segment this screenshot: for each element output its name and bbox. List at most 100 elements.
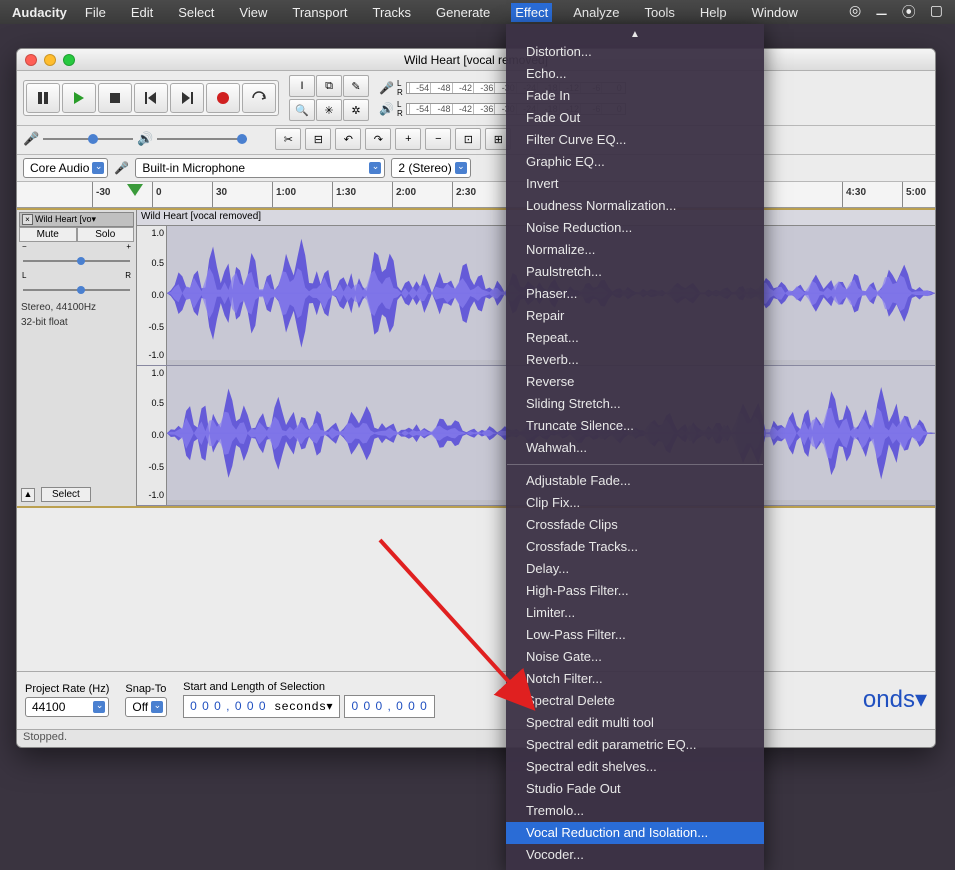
pause-button[interactable] [26,83,60,113]
audio-host-select[interactable]: Core Audio⌄ [23,158,108,178]
effect-menu-item[interactable]: Crossfade Clips [506,514,764,536]
selection-tool-button[interactable]: I [289,75,315,97]
effect-menu-item[interactable]: High-Pass Filter... [506,580,764,602]
effect-menu-item[interactable]: Noise Gate... [506,646,764,668]
menu-tracks[interactable]: Tracks [369,3,416,22]
undo-button[interactable]: ↶ [335,128,361,150]
effect-menu-item[interactable]: Filter Curve EQ... [506,129,764,151]
effect-menu-item[interactable]: Spectral edit shelves... [506,756,764,778]
silence-button[interactable]: ⊟ [305,128,331,150]
zoom-tool-button[interactable]: 🔍 [289,99,315,121]
effect-menu-item[interactable]: Vocoder... [506,844,764,866]
skip-end-button[interactable] [170,83,204,113]
effect-menu-item[interactable]: Clip Fix... [506,492,764,514]
menu-edit[interactable]: Edit [127,3,157,22]
stop-button[interactable] [98,83,132,113]
menu-file[interactable]: File [81,3,110,22]
menu-effect[interactable]: Effect [511,3,552,22]
effect-menu-item[interactable]: Studio Fade Out [506,778,764,800]
effect-menu-item[interactable]: Delay... [506,558,764,580]
recording-channels-select[interactable]: 2 (Stereo)⌄ [391,158,470,178]
menu-window[interactable]: Window [748,3,802,22]
record-button[interactable] [206,83,240,113]
effect-menu-item[interactable]: Vocal Reduction and Isolation... [506,822,764,844]
effect-menu-item[interactable]: Invert [506,173,764,195]
mute-button[interactable]: Mute [19,227,77,242]
recording-device-select[interactable]: Built-in Microphone⌄ [135,158,385,178]
effect-menu-item[interactable]: Fade In [506,85,764,107]
effect-menu-item[interactable]: Paulstretch... [506,261,764,283]
menu-generate[interactable]: Generate [432,3,494,22]
bluetooth-icon[interactable]: ⚊ [875,2,888,22]
audacity-window: Wild Heart [vocal removed] I ⧉ ✎ 🔍 ✳ ✲ [16,48,936,748]
effect-menu-item[interactable]: Crossfade Tracks... [506,536,764,558]
loop-button[interactable] [242,83,276,113]
effect-menu-item[interactable]: Phaser... [506,283,764,305]
zoom-window-button[interactable] [63,54,75,66]
track-pan-slider[interactable] [23,283,130,297]
effect-menu-item[interactable]: Graphic EQ... [506,151,764,173]
effect-menu-item[interactable]: Repair [506,305,764,327]
effect-menu-item[interactable]: Reverb... [506,349,764,371]
timeshift-tool-button[interactable]: ✳ [316,99,342,121]
effect-menu-item[interactable]: Distortion... [506,41,764,63]
effect-menu-item[interactable]: Spectral edit parametric EQ... [506,734,764,756]
skip-start-button[interactable] [134,83,168,113]
menu-help[interactable]: Help [696,3,731,22]
trim-button[interactable]: ✂ [275,128,301,150]
effect-menu-item[interactable]: Repeat... [506,327,764,349]
playback-volume-slider[interactable] [157,132,247,146]
playhead-indicator[interactable] [127,184,143,196]
zoom-in-button[interactable]: + [395,128,421,150]
effect-menu-item[interactable]: Wahwah... [506,437,764,459]
select-track-button[interactable]: Select [41,487,91,502]
track-area: × Wild Heart [vo▾ Mute Solo −+ LR Stereo… [17,208,935,508]
fit-selection-button[interactable]: ⊡ [455,128,481,150]
track-name-header[interactable]: × Wild Heart [vo▾ [19,212,134,227]
envelope-tool-button[interactable]: ⧉ [316,75,342,97]
effect-menu-item[interactable]: Adjustable Fade... [506,470,764,492]
effect-menu-item[interactable]: Notch Filter... [506,668,764,690]
effect-menu-item[interactable]: Limiter... [506,602,764,624]
close-track-button[interactable]: × [22,214,33,225]
play-button[interactable] [62,83,96,113]
spotlight-icon[interactable]: ◎ [849,2,861,22]
snap-to-select[interactable]: Off⌄ [125,697,167,717]
draw-tool-button[interactable]: ✎ [343,75,369,97]
menu-scroll-up[interactable]: ▲ [506,28,764,41]
multi-tool-button[interactable]: ✲ [343,99,369,121]
effect-menu-item[interactable]: Tremolo... [506,800,764,822]
collapse-track-button[interactable]: ▲ [21,488,35,502]
menu-select[interactable]: Select [174,3,218,22]
menu-tools[interactable]: Tools [641,3,679,22]
effect-menu-item[interactable]: Spectral edit multi tool [506,712,764,734]
close-window-button[interactable] [25,54,37,66]
wifi-icon[interactable]: ⦿ [902,2,916,22]
effect-menu-item[interactable]: Spectral Delete [506,690,764,712]
effect-menu-item[interactable]: Low-Pass Filter... [506,624,764,646]
minimize-window-button[interactable] [44,54,56,66]
effect-menu-item[interactable]: Echo... [506,63,764,85]
redo-button[interactable]: ↷ [365,128,391,150]
audio-position-display[interactable]: onds▾ [863,685,927,715]
selection-length-input[interactable]: 0 0 0 , 0 0 0 [344,695,434,718]
track-gain-slider[interactable] [23,254,130,268]
track-control-panel[interactable]: × Wild Heart [vo▾ Mute Solo −+ LR Stereo… [17,210,137,506]
effect-menu-item[interactable]: Sliding Stretch... [506,393,764,415]
selection-start-input[interactable]: 0 0 0 , 0 0 0 seconds▾ [183,695,340,718]
solo-button[interactable]: Solo [77,227,135,242]
timeline-ruler[interactable]: -300301:001:302:002:304:305:00 [17,182,935,208]
menu-transport[interactable]: Transport [288,3,351,22]
project-rate-select[interactable]: 44100⌄ [25,697,109,717]
recording-volume-slider[interactable] [43,132,133,146]
effect-menu-item[interactable]: Truncate Silence... [506,415,764,437]
airplay-icon[interactable]: ▢ [930,2,943,22]
effect-menu-item[interactable]: Loudness Normalization... [506,195,764,217]
zoom-out-button[interactable]: − [425,128,451,150]
menu-view[interactable]: View [235,3,271,22]
effect-menu-item[interactable]: Noise Reduction... [506,217,764,239]
effect-menu-item[interactable]: Fade Out [506,107,764,129]
effect-menu-item[interactable]: Reverse [506,371,764,393]
menu-analyze[interactable]: Analyze [569,3,623,22]
effect-menu-item[interactable]: Normalize... [506,239,764,261]
